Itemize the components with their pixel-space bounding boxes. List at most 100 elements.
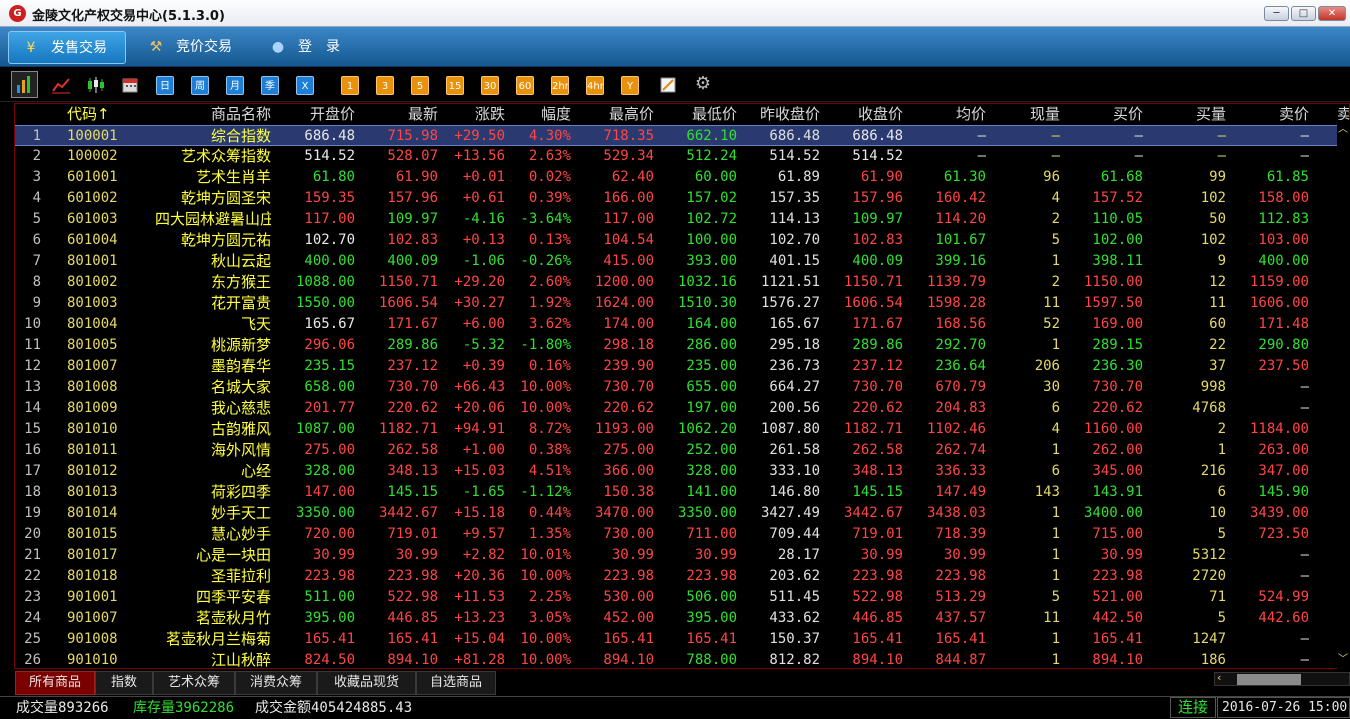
scroll-up-icon[interactable]: ︿ bbox=[1338, 120, 1348, 135]
cell-open: 102.70 bbox=[304, 232, 355, 248]
table-row[interactable]: 2 100002 艺术众筹指数 514.52 528.07 +13.56 2.63% 529.… bbox=[15, 146, 1339, 167]
vertical-scrollbar[interactable]: ︿ ﹀ bbox=[1337, 120, 1350, 670]
cell-change: +29.20 bbox=[454, 274, 505, 290]
col-ask-header[interactable]: 卖价 bbox=[1228, 104, 1309, 125]
scroll-left-icon[interactable]: ‹ bbox=[1217, 671, 1221, 684]
cell-row-index: 16 bbox=[24, 442, 41, 458]
minute-15-button[interactable]: 15 bbox=[446, 76, 464, 95]
minute-60-button[interactable]: 60 bbox=[516, 76, 534, 95]
scroll-thumb[interactable] bbox=[1237, 674, 1301, 685]
scroll-down-icon[interactable]: ﹀ bbox=[1338, 650, 1348, 665]
tab-art-crowdfunding[interactable]: 艺术众筹 bbox=[153, 671, 235, 695]
table-row[interactable]: 10 801004 飞天 165.67 171.67 +6.00 3.62% 174.00 16… bbox=[15, 314, 1339, 335]
connection-status[interactable]: 连接 bbox=[1170, 697, 1216, 718]
close-button[interactable]: ✕ bbox=[1318, 6, 1346, 21]
cell-avg: 61.30 bbox=[943, 169, 986, 185]
table-row[interactable]: 4 601002 乾坤方圆圣宋 159.35 157.96 +0.61 0.39% 166.0… bbox=[15, 188, 1339, 209]
menu-issue-trading[interactable]: ¥ 发售交易 bbox=[8, 31, 126, 64]
horizontal-scrollbar[interactable]: ‹ bbox=[1214, 671, 1350, 686]
cell-last: 1182.71 bbox=[378, 421, 438, 437]
table-row[interactable]: 22 801018 圣菲拉利 223.98 223.98 +20.36 10.00% 223.… bbox=[15, 566, 1339, 587]
cell-code: 801001 bbox=[67, 253, 118, 269]
menu-bidding-trading[interactable]: ⚒ 竞价交易 bbox=[134, 31, 252, 64]
gear-icon[interactable]: ⚙ bbox=[692, 73, 714, 95]
table-row[interactable]: 15 801010 古韵雅风 1087.00 1182.71 +94.91 8.72% 119… bbox=[15, 419, 1339, 440]
table-row[interactable]: 14 801009 我心慈悲 201.77 220.62 +20.06 10.00% 220.… bbox=[15, 398, 1339, 419]
cell-close: 730.70 bbox=[852, 379, 903, 395]
cell-low: 165.41 bbox=[686, 631, 737, 647]
year-button[interactable]: Y bbox=[621, 76, 639, 95]
table-row[interactable]: 12 801007 墨韵春华 235.15 237.12 +0.39 0.16% 239.90… bbox=[15, 356, 1339, 377]
table-row[interactable]: 23 901001 四季平安春 511.00 522.98 +11.53 2.25% 530.… bbox=[15, 587, 1339, 608]
cell-high: 298.18 bbox=[603, 337, 654, 353]
candlestick-button[interactable] bbox=[84, 76, 106, 95]
col-last-header[interactable]: 最新 bbox=[357, 104, 438, 125]
table-row[interactable]: 26 901010 江山秋醉 824.50 894.10 +81.28 10.00% 894.… bbox=[15, 650, 1339, 668]
cell-volume: 6 bbox=[1051, 463, 1060, 479]
table-row[interactable]: 7 801001 秋山云起 400.00 400.09 -1.06 -0.26% 415.00… bbox=[15, 251, 1339, 272]
col-avg-header[interactable]: 均价 bbox=[905, 104, 986, 125]
cell-volume: 1 bbox=[1051, 442, 1060, 458]
cell-prev-close: 1121.51 bbox=[760, 274, 820, 290]
tab-watchlist[interactable]: 自选商品 bbox=[416, 671, 496, 695]
col-bid-header[interactable]: 买价 bbox=[1062, 104, 1143, 125]
table-row[interactable]: 3 601001 艺术生肖羊 61.80 61.90 +0.01 0.02% 62.40 60.… bbox=[15, 167, 1339, 188]
cell-change: +2.82 bbox=[462, 547, 505, 563]
table-row[interactable]: 21 801017 心是一块田 30.99 30.99 +2.82 10.01% 30.99 3… bbox=[15, 545, 1339, 566]
tab-consumer-crowdfunding[interactable]: 消费众筹 bbox=[235, 671, 317, 695]
cell-ask: 145.90 bbox=[1258, 484, 1309, 500]
minute-1-button[interactable]: 1 bbox=[341, 76, 359, 95]
cell-bid: 521.00 bbox=[1092, 589, 1143, 605]
period-x-button[interactable]: X bbox=[296, 76, 314, 95]
table-row[interactable]: 13 801008 名城大家 658.00 730.70 +66.43 10.00% 730.… bbox=[15, 377, 1339, 398]
minute-5-button[interactable]: 5 bbox=[411, 76, 429, 95]
table-row[interactable]: 17 801012 心经 328.00 348.13 +15.03 4.51% 366.00 3… bbox=[15, 461, 1339, 482]
period-quarter-button[interactable]: 季 bbox=[261, 76, 279, 95]
cell-avg: 165.41 bbox=[935, 631, 986, 647]
minute-3-button[interactable]: 3 bbox=[376, 76, 394, 95]
col-prev-close-header[interactable]: 昨收盘价 bbox=[739, 104, 820, 125]
col-code-header[interactable]: 代码↑ bbox=[67, 104, 110, 125]
line-chart-button[interactable] bbox=[50, 76, 72, 95]
col-percent-header[interactable]: 幅度 bbox=[507, 104, 571, 125]
minute-30-button[interactable]: 30 bbox=[481, 76, 499, 95]
table-row[interactable]: 1 100001 综合指数 686.48 715.98 +29.50 4.30% 718.35… bbox=[15, 125, 1339, 146]
table-row[interactable]: 19 801014 妙手天工 3350.00 3442.67 +15.18 0.44% 347… bbox=[15, 503, 1339, 524]
minimize-button[interactable]: ─ bbox=[1264, 6, 1289, 21]
cell-prev-close: 1576.27 bbox=[760, 295, 820, 311]
menu-login[interactable]: ● 登 录 bbox=[256, 31, 356, 64]
calendar-button[interactable] bbox=[120, 76, 140, 95]
hour-4-button[interactable]: 4hr bbox=[586, 76, 604, 95]
table-row[interactable]: 20 801015 慧心妙手 720.00 719.01 +9.57 1.35% 730.00… bbox=[15, 524, 1339, 545]
period-month-button[interactable]: 月 bbox=[226, 76, 244, 95]
table-row[interactable]: 18 801013 荷彩四季 147.00 145.15 -1.65 -1.12% 150.3… bbox=[15, 482, 1339, 503]
cell-change: +0.01 bbox=[462, 169, 505, 185]
col-open-header[interactable]: 开盘价 bbox=[277, 104, 355, 125]
table-row[interactable]: 9 801003 花开富贵 1550.00 1606.54 +30.27 1.92% 1624… bbox=[15, 293, 1339, 314]
draw-tool-button[interactable] bbox=[657, 76, 679, 95]
table-row[interactable]: 11 801005 桃源新梦 296.06 289.86 -5.32 -1.80% 298.1… bbox=[15, 335, 1339, 356]
table-row[interactable]: 25 901008 茗壶秋月兰梅菊 165.41 165.41 +15.04 10.00% 1… bbox=[15, 629, 1339, 650]
quote-list-button[interactable] bbox=[11, 71, 38, 98]
table-row[interactable]: 24 901007 茗壶秋月竹 395.00 446.85 +13.23 3.05% 452.… bbox=[15, 608, 1339, 629]
col-volume-header[interactable]: 现量 bbox=[988, 104, 1060, 125]
tab-index[interactable]: 指数 bbox=[95, 671, 153, 695]
cell-bid-volume: 50 bbox=[1209, 211, 1226, 227]
tab-all-goods[interactable]: 所有商品 bbox=[15, 671, 95, 695]
table-row[interactable]: 16 801011 海外风情 275.00 262.58 +1.00 0.38% 275.00… bbox=[15, 440, 1339, 461]
col-low-header[interactable]: 最低价 bbox=[656, 104, 737, 125]
cell-avg: — bbox=[977, 128, 986, 144]
col-name-header[interactable]: 商品名称 bbox=[155, 104, 271, 125]
table-row[interactable]: 6 601004 乾坤方圆元祐 102.70 102.83 +0.13 0.13% 104.5… bbox=[15, 230, 1339, 251]
period-day-button[interactable]: 日 bbox=[156, 76, 174, 95]
hour-2-button[interactable]: 2hr bbox=[551, 76, 569, 95]
col-high-header[interactable]: 最高价 bbox=[573, 104, 654, 125]
maximize-button[interactable]: □ bbox=[1291, 6, 1316, 21]
tab-collectibles-spot[interactable]: 收藏品现货 bbox=[317, 671, 416, 695]
col-bid-volume-header[interactable]: 买量 bbox=[1145, 104, 1226, 125]
col-change-header[interactable]: 涨跌 bbox=[440, 104, 505, 125]
table-row[interactable]: 8 801002 东方猴王 1088.00 1150.71 +29.20 2.60% 1200… bbox=[15, 272, 1339, 293]
col-close-header[interactable]: 收盘价 bbox=[822, 104, 903, 125]
period-week-button[interactable]: 周 bbox=[191, 76, 209, 95]
table-row[interactable]: 5 601003 四大园林避暑山庄 117.00 109.97 -4.16 -3.64% 11… bbox=[15, 209, 1339, 230]
